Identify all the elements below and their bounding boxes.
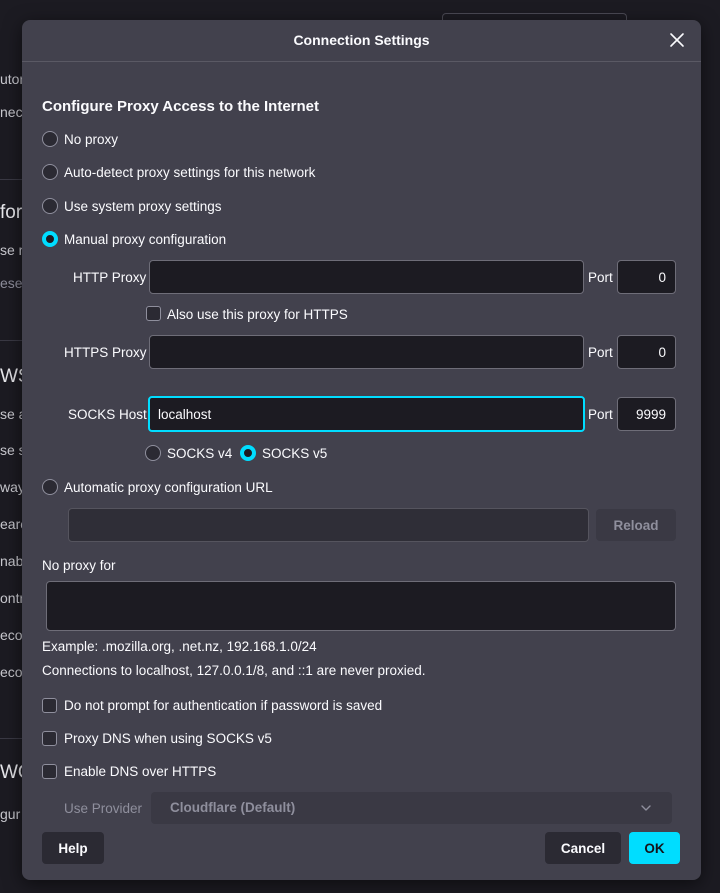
radio-system-proxy-label[interactable]: Use system proxy settings	[64, 199, 222, 214]
auto-config-url-input[interactable]	[68, 508, 589, 542]
radio-auto-config-url[interactable]	[42, 479, 58, 495]
radio-auto-config-url-label[interactable]: Automatic proxy configuration URL	[64, 480, 273, 495]
radio-auto-detect-label[interactable]: Auto-detect proxy settings for this netw…	[64, 165, 315, 180]
background-text: ontr	[0, 590, 25, 606]
example-text: Example: .mozilla.org, .net.nz, 192.168.…	[42, 639, 317, 654]
use-provider-label: Use Provider	[64, 801, 143, 816]
background-divider	[0, 340, 22, 341]
section-heading: Configure Proxy Access to the Internet	[42, 98, 320, 115]
socks-port-input[interactable]	[617, 397, 676, 431]
no-prompt-auth-checkbox[interactable]	[42, 698, 57, 713]
http-port-input[interactable]	[617, 260, 676, 294]
background-text: eco	[0, 627, 23, 643]
also-https-checkbox[interactable]	[146, 306, 161, 321]
chevron-down-icon	[641, 805, 651, 811]
dns-over-https-label[interactable]: Enable DNS over HTTPS	[64, 764, 216, 779]
http-port-label: Port	[588, 270, 613, 285]
no-proxy-for-textarea[interactable]	[46, 581, 676, 631]
background-divider	[0, 738, 22, 739]
also-https-label[interactable]: Also use this proxy for HTTPS	[167, 307, 348, 322]
no-prompt-auth-label[interactable]: Do not prompt for authentication if pass…	[64, 698, 382, 713]
dns-over-https-checkbox[interactable]	[42, 764, 57, 779]
no-proxy-for-label: No proxy for	[42, 558, 116, 573]
proxy-dns-checkbox[interactable]	[42, 731, 57, 746]
dialog-titlebar: Connection Settings	[22, 20, 701, 62]
https-proxy-label: HTTPS Proxy	[64, 345, 147, 360]
radio-socks-v5-label[interactable]: SOCKS v5	[262, 446, 327, 461]
http-proxy-label: HTTP Proxy	[73, 270, 147, 285]
ok-button[interactable]: OK	[629, 832, 680, 864]
reload-button[interactable]: Reload	[596, 509, 676, 541]
connection-settings-dialog: Connection Settings Configure Proxy Acce…	[22, 20, 701, 880]
https-port-label: Port	[588, 345, 613, 360]
background-text: nec	[0, 104, 23, 120]
radio-no-proxy[interactable]	[42, 131, 58, 147]
close-icon[interactable]	[667, 30, 687, 50]
help-button[interactable]: Help	[42, 832, 104, 864]
radio-socks-v4-label[interactable]: SOCKS v4	[167, 446, 232, 461]
cancel-button[interactable]: Cancel	[545, 832, 621, 864]
radio-auto-detect[interactable]	[42, 164, 58, 180]
background-divider	[0, 179, 22, 180]
radio-socks-v4[interactable]	[145, 445, 161, 461]
background-text: eco	[0, 664, 23, 680]
socks-host-label: SOCKS Host	[68, 407, 147, 422]
background-heading: for	[0, 202, 23, 223]
background-text: ese	[0, 275, 23, 291]
radio-no-proxy-label[interactable]: No proxy	[64, 132, 118, 147]
provider-select-value: Cloudflare (Default)	[170, 800, 296, 815]
radio-socks-v5[interactable]	[240, 445, 256, 461]
background-text: se r	[0, 242, 24, 258]
https-port-input[interactable]	[617, 335, 676, 369]
proxy-dns-label[interactable]: Proxy DNS when using SOCKS v5	[64, 731, 272, 746]
socks-host-input[interactable]	[148, 396, 585, 432]
https-proxy-input[interactable]	[149, 335, 584, 369]
radio-manual-proxy[interactable]	[42, 231, 58, 247]
radio-manual-proxy-label[interactable]: Manual proxy configuration	[64, 232, 226, 247]
socks-port-label: Port	[588, 407, 613, 422]
background-text: utor	[0, 71, 25, 87]
http-proxy-input[interactable]	[149, 260, 584, 294]
background-text: gur	[0, 806, 21, 822]
localhost-note: Connections to localhost, 127.0.0.1/8, a…	[42, 663, 426, 678]
radio-system-proxy[interactable]	[42, 198, 58, 214]
dialog-title: Connection Settings	[293, 32, 430, 48]
provider-select[interactable]: Cloudflare (Default)	[151, 792, 672, 824]
